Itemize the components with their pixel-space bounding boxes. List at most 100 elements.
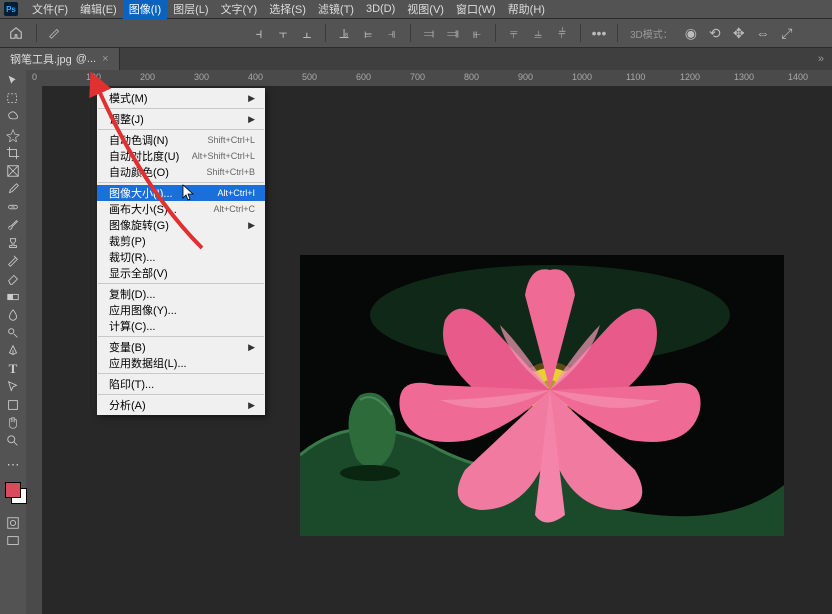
menu-edit[interactable]: 编辑(E)	[74, 0, 123, 19]
menu-view[interactable]: 视图(V)	[401, 0, 450, 19]
app-logo: Ps	[4, 2, 18, 16]
menu-filter[interactable]: 滤镜(T)	[312, 0, 360, 19]
healing-tool-icon[interactable]	[2, 198, 24, 216]
3d-roll-icon[interactable]: ⟲	[705, 23, 725, 43]
submenu-arrow-icon: ▶	[248, 342, 255, 353]
menu-item[interactable]: 画布大小(S)...Alt+Ctrl+C	[97, 201, 265, 217]
menu-item[interactable]: 复制(D)...	[97, 286, 265, 302]
gradient-tool-icon[interactable]	[2, 288, 24, 306]
eraser-tool-icon[interactable]	[2, 270, 24, 288]
document-image[interactable]	[300, 255, 784, 536]
more-icon[interactable]: •••	[589, 23, 609, 43]
menu-window[interactable]: 窗口(W)	[450, 0, 502, 19]
history-brush-tool-icon[interactable]	[2, 252, 24, 270]
menu-layer[interactable]: 图层(L)	[167, 0, 214, 19]
menu-item[interactable]: 自动对比度(U)Alt+Shift+Ctrl+L	[97, 148, 265, 164]
dodge-tool-icon[interactable]	[2, 324, 24, 342]
menu-item[interactable]: 计算(C)...	[97, 318, 265, 334]
submenu-arrow-icon: ▶	[248, 400, 255, 411]
ruler-tick: 700	[410, 72, 425, 82]
frame-tool-icon[interactable]	[2, 162, 24, 180]
screenmode-icon[interactable]	[2, 532, 24, 550]
ruler-tick: 400	[248, 72, 263, 82]
align-right-icon[interactable]: ⫠	[297, 23, 317, 43]
menu-divider	[98, 182, 264, 183]
menu-item[interactable]: 裁切(R)...	[97, 249, 265, 265]
align-center-h-icon[interactable]: ⫟	[273, 23, 293, 43]
menu-item[interactable]: 显示全部(V)	[97, 265, 265, 281]
align-bottom-icon[interactable]: ⫣	[382, 23, 402, 43]
dist-top-icon[interactable]: ⫧	[504, 23, 524, 43]
pen-tool-icon[interactable]	[2, 342, 24, 360]
dist-vcenter-icon[interactable]: ⫨	[528, 23, 548, 43]
crop-tool-icon[interactable]	[2, 144, 24, 162]
3d-zoom-icon[interactable]: ⤢	[777, 23, 797, 43]
hand-tool-icon[interactable]	[2, 414, 24, 432]
brush-tool-icon[interactable]	[2, 216, 24, 234]
blur-tool-icon[interactable]	[2, 306, 24, 324]
menu-3d[interactable]: 3D(D)	[360, 1, 401, 17]
ruler-horizontal[interactable]: 0 100 200 300 400 500 600 700 800 900 10…	[26, 70, 832, 87]
menu-item-label: 图像大小(I)...	[109, 185, 173, 201]
dist-right-icon[interactable]: ⫦	[467, 23, 487, 43]
menu-item-label: 分析(A)	[109, 397, 146, 413]
menu-item-label: 调整(J)	[109, 111, 144, 127]
color-swatches[interactable]	[5, 482, 21, 514]
menu-file[interactable]: 文件(F)	[26, 0, 74, 19]
ruler-tick: 800	[464, 72, 479, 82]
menu-item[interactable]: 自动颜色(O)Shift+Ctrl+B	[97, 164, 265, 180]
tab-expand-icon[interactable]: »	[810, 53, 832, 65]
menu-text[interactable]: 文字(Y)	[215, 0, 264, 19]
menu-shortcut: Shift+Ctrl+B	[206, 167, 255, 177]
ruler-tick: 900	[518, 72, 533, 82]
menu-item[interactable]: 分析(A) ▶	[97, 397, 265, 413]
menu-shortcut: Alt+Ctrl+I	[217, 188, 255, 198]
menu-item[interactable]: 模式(M)▶	[97, 90, 265, 106]
align-center-v-icon[interactable]: ⫢	[358, 23, 378, 43]
menu-help[interactable]: 帮助(H)	[502, 0, 551, 19]
menu-item[interactable]: 变量(B)▶	[97, 339, 265, 355]
menu-item[interactable]: 应用数据组(L)...	[97, 355, 265, 371]
quickmask-icon[interactable]	[2, 514, 24, 532]
lasso-tool-icon[interactable]	[2, 108, 24, 126]
menu-item[interactable]: 裁剪(P)	[97, 233, 265, 249]
home-icon[interactable]	[6, 23, 26, 43]
stamp-tool-icon[interactable]	[2, 234, 24, 252]
close-tab-icon[interactable]: ×	[102, 53, 108, 65]
eyedropper-tool-icon[interactable]	[2, 180, 24, 198]
marquee-tool-icon[interactable]	[2, 90, 24, 108]
ruler-tick: 1200	[680, 72, 700, 82]
foreground-color[interactable]	[5, 482, 21, 498]
3d-slide-icon[interactable]: ⇔	[753, 23, 773, 43]
3d-orbit-icon[interactable]: ◉	[681, 23, 701, 43]
document-tab[interactable]: 钢笔工具.jpg @... ×	[0, 48, 120, 70]
separator	[325, 24, 326, 42]
align-left-icon[interactable]: ⫞	[249, 23, 269, 43]
menu-item[interactable]: 调整(J)▶	[97, 111, 265, 127]
3d-pan-icon[interactable]: ✥	[729, 23, 749, 43]
zoom-tool-icon[interactable]	[2, 432, 24, 450]
align-top-icon[interactable]: ⫡	[334, 23, 354, 43]
type-tool-icon[interactable]: T	[2, 360, 24, 378]
dist-bottom-icon[interactable]: ⫩	[552, 23, 572, 43]
dist-hcenter-icon[interactable]: ⫥	[443, 23, 463, 43]
menu-image[interactable]: 图像(I)	[123, 0, 167, 19]
quick-select-tool-icon[interactable]	[2, 126, 24, 144]
menu-item[interactable]: 图像旋转(G)▶	[97, 217, 265, 233]
submenu-arrow-icon: ▶	[248, 220, 255, 231]
move-tool-icon[interactable]	[2, 72, 24, 90]
menu-select[interactable]: 选择(S)	[263, 0, 312, 19]
ruler-vertical[interactable]	[26, 86, 43, 614]
menu-divider	[98, 129, 264, 130]
shape-tool-icon[interactable]	[2, 396, 24, 414]
menu-item[interactable]: 应用图像(Y)...	[97, 302, 265, 318]
menu-item[interactable]: 图像大小(I)... Alt+Ctrl+I	[97, 185, 265, 201]
options-bar: ⫞ ⫟ ⫠ ⫡ ⫢ ⫣ ⫤ ⫥ ⫦ ⫧ ⫨ ⫩ ••• 3D模式： ◉ ⟲ ✥ …	[0, 19, 832, 48]
menu-item[interactable]: 陷印(T)...	[97, 376, 265, 392]
ruler-tick: 600	[356, 72, 371, 82]
edit-toolbar-icon[interactable]: ⋯	[2, 456, 24, 474]
tool-preset-icon[interactable]	[45, 23, 65, 43]
dist-left-icon[interactable]: ⫤	[419, 23, 439, 43]
path-select-tool-icon[interactable]	[2, 378, 24, 396]
menu-item[interactable]: 自动色调(N)Shift+Ctrl+L	[97, 132, 265, 148]
